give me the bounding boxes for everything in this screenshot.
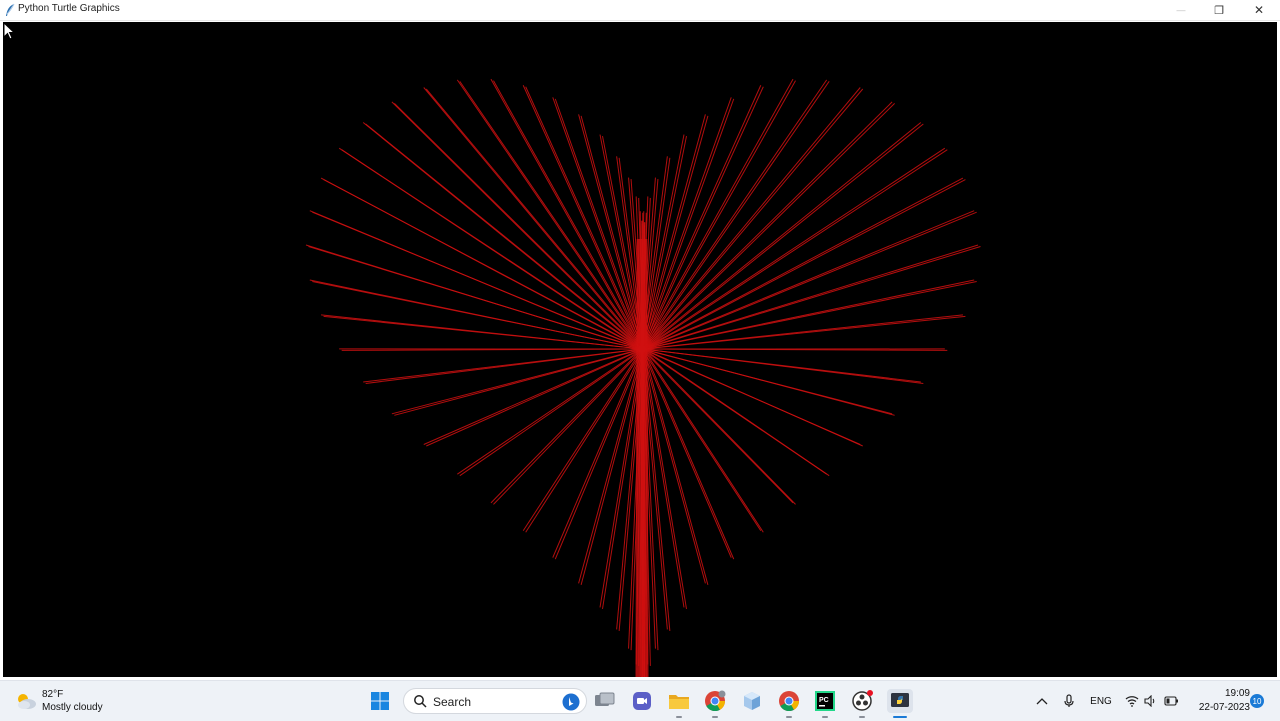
windows-logo-icon <box>370 691 390 711</box>
start-button[interactable] <box>368 689 392 713</box>
wifi-icon <box>1125 695 1139 707</box>
chevron-up-icon <box>1036 697 1048 705</box>
close-icon: ✕ <box>1254 3 1264 17</box>
microphone-button[interactable] <box>1062 693 1076 709</box>
chrome-profile-button[interactable] <box>703 689 727 713</box>
turtle-canvas[interactable] <box>3 22 1277 677</box>
heart-ray <box>491 349 642 503</box>
obs-button[interactable] <box>850 689 874 713</box>
notification-badge[interactable]: 10 <box>1250 694 1264 708</box>
heart-stem-ray <box>639 239 640 677</box>
speaker-icon <box>1144 695 1157 707</box>
heart-ray <box>324 180 644 349</box>
heart-drawing <box>3 22 1277 677</box>
heart-ray <box>394 103 643 349</box>
clock-date: 22-07-2023 <box>1186 701 1250 715</box>
chrome-button[interactable] <box>777 689 801 713</box>
volume-button[interactable] <box>1143 693 1157 709</box>
running-indicator <box>712 716 718 718</box>
heart-ray <box>642 97 731 349</box>
folder-icon <box>668 691 690 711</box>
record-icon <box>851 690 873 712</box>
svg-text:PC: PC <box>819 697 829 704</box>
minimize-button[interactable]: — <box>1162 0 1200 20</box>
heart-ray <box>555 99 643 349</box>
heart-ray <box>644 349 895 415</box>
microphone-icon <box>1064 694 1074 708</box>
python-icon <box>889 691 911 711</box>
weather-condition: Mostly cloudy <box>42 701 103 714</box>
minimize-icon: — <box>1177 5 1186 15</box>
clock[interactable]: 19:09 22-07-2023 <box>1186 687 1250 715</box>
heart-ray <box>642 88 860 350</box>
heart-ray <box>642 122 921 349</box>
heart-ray <box>644 349 796 504</box>
wifi-button[interactable] <box>1124 693 1140 709</box>
clock-time: 19:09 <box>1186 687 1250 701</box>
battery-icon <box>1164 696 1179 706</box>
3d-viewer-button[interactable] <box>740 689 764 713</box>
weather-widget[interactable]: 82°F Mostly cloudy <box>14 687 103 715</box>
chrome-icon <box>778 690 800 712</box>
close-button[interactable]: ✕ <box>1240 0 1278 20</box>
weather-temperature: 82°F <box>42 688 103 701</box>
heart-ray <box>644 316 966 349</box>
heart-ray <box>424 88 642 350</box>
heart-ray <box>642 80 827 349</box>
task-view-button[interactable] <box>593 689 617 713</box>
heart-ray <box>644 124 924 349</box>
video-chat-icon <box>632 691 652 711</box>
python-turtle-button[interactable] <box>887 689 913 713</box>
heart-ray <box>644 212 977 349</box>
burst-center <box>638 345 646 353</box>
search-icon <box>413 694 427 708</box>
heart-ray <box>312 212 643 349</box>
heart-ray <box>642 245 978 349</box>
restore-icon: ❐ <box>1214 4 1224 17</box>
video-chat-button[interactable] <box>630 689 654 713</box>
task-view-icon <box>594 692 616 710</box>
heart-ray <box>644 81 830 349</box>
heart-ray <box>394 349 643 415</box>
heart-ray <box>642 280 974 349</box>
taskbar-search-box[interactable]: Search <box>403 688 587 714</box>
pycharm-button[interactable]: PC <box>813 689 837 713</box>
chrome-icon <box>704 690 726 712</box>
heart-ray <box>457 80 642 349</box>
battery-button[interactable] <box>1163 693 1179 709</box>
mouse-cursor-icon <box>3 22 17 42</box>
restore-button[interactable]: ❐ <box>1200 0 1238 20</box>
pycharm-icon: PC <box>815 691 835 711</box>
heart-ray <box>526 349 644 532</box>
feather-app-icon <box>4 3 16 17</box>
running-indicator <box>676 716 682 718</box>
cube-icon <box>742 691 762 711</box>
heart-ray <box>555 349 643 559</box>
window-title: Python Turtle Graphics <box>18 3 120 14</box>
heart-ray <box>644 103 895 349</box>
running-indicator <box>822 716 828 718</box>
running-indicator <box>786 716 792 718</box>
file-explorer-button[interactable] <box>667 689 691 713</box>
bing-icon[interactable] <box>562 693 580 711</box>
show-hidden-icons-button[interactable] <box>1034 693 1050 709</box>
heart-ray <box>579 349 642 583</box>
heart-ray <box>324 316 644 349</box>
heart-ray <box>644 349 764 532</box>
language-label: ENG <box>1090 696 1112 707</box>
heart-ray <box>642 349 731 558</box>
language-indicator[interactable]: ENG <box>1088 693 1114 709</box>
cloud-sun-icon <box>14 691 38 711</box>
running-indicator <box>859 716 865 718</box>
taskbar: 82°F Mostly cloudy Search <box>0 680 1280 721</box>
title-bar[interactable]: Python Turtle Graphics — ❐ ✕ <box>0 0 1280 21</box>
active-indicator <box>893 716 907 718</box>
heart-ray <box>426 89 643 349</box>
search-label: Search <box>433 695 471 709</box>
heart-ray <box>642 349 761 531</box>
heart-ray <box>426 349 643 446</box>
heart-ray <box>392 102 642 349</box>
turtle-window: Python Turtle Graphics — ❐ ✕ <box>0 0 1280 680</box>
